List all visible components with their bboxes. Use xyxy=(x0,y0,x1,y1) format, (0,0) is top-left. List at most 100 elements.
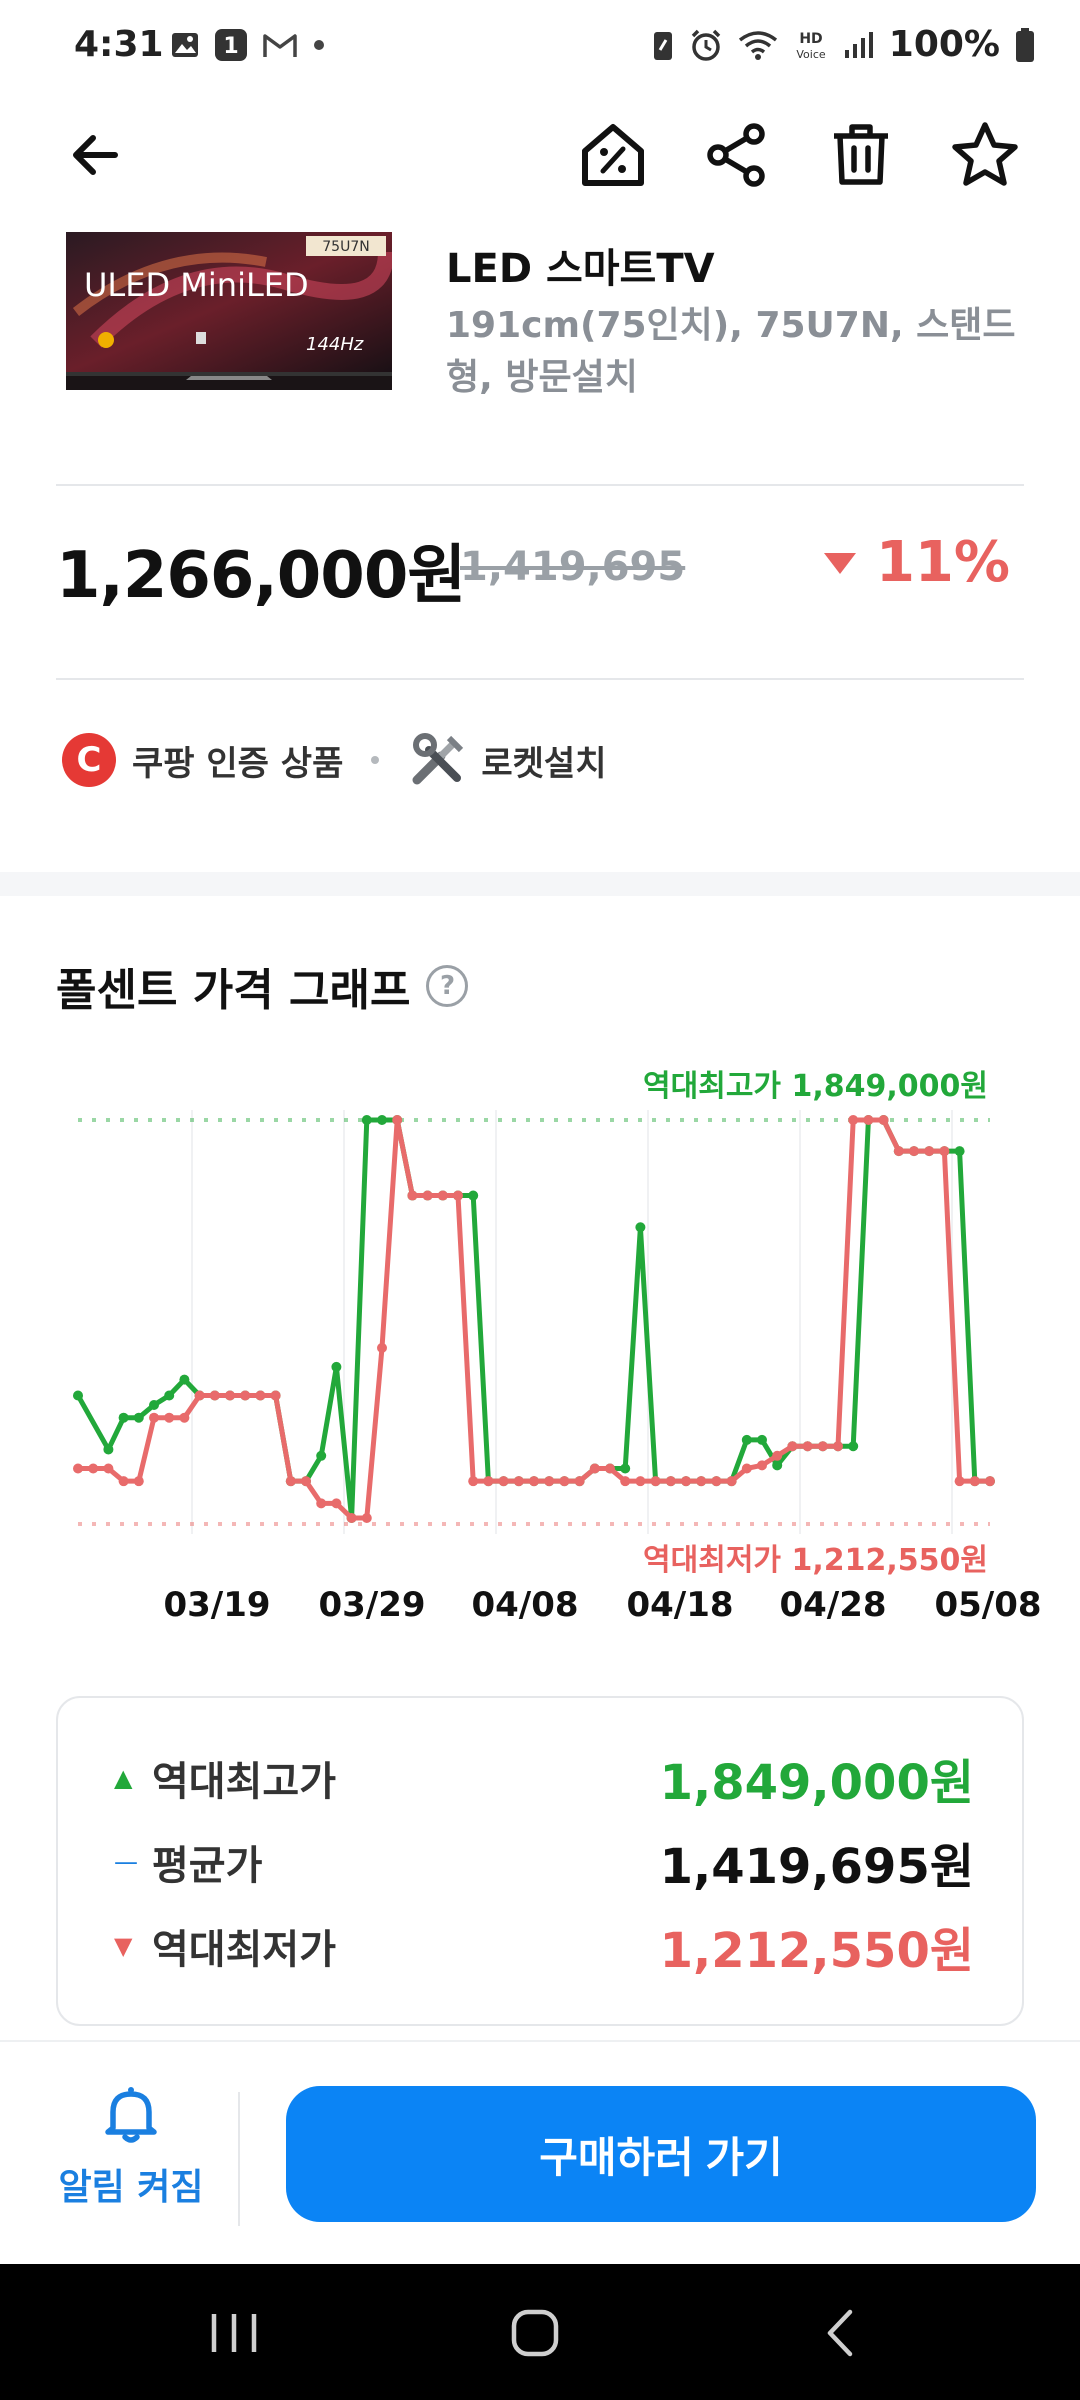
price-point xyxy=(149,1412,159,1423)
product-title: LED 스마트TV xyxy=(446,246,715,292)
stat-min-label: 역대최저가 xyxy=(152,1927,336,1973)
battery-icon xyxy=(1016,27,1034,62)
price-point xyxy=(361,1115,372,1125)
signal-icon xyxy=(844,31,873,58)
product-image[interactable]: 75U7N ULED MiniLED 144Hz xyxy=(66,232,392,390)
current-price: 1,266,000원 xyxy=(56,539,466,613)
alarm-toggle[interactable]: 알림 켜짐 xyxy=(36,2082,226,2252)
home-icon[interactable] xyxy=(510,2308,560,2358)
price-point xyxy=(498,1476,509,1487)
price-point xyxy=(620,1476,631,1487)
price-point xyxy=(772,1460,783,1471)
notification-one-icon: 1 xyxy=(215,29,247,61)
price-point xyxy=(377,1115,387,1125)
triangle-down-icon xyxy=(823,552,856,574)
price-point xyxy=(422,1190,433,1201)
price-point xyxy=(863,1115,874,1125)
alarm-label: 알림 켜짐 xyxy=(58,2167,204,2208)
help-icon[interactable]: ? xyxy=(426,965,469,1007)
favorite-button[interactable] xyxy=(940,110,1030,200)
share-button[interactable] xyxy=(692,110,782,200)
divider xyxy=(56,678,1024,680)
rocket-install-badge: 로켓설치 xyxy=(481,743,607,784)
discount-percent: 11% xyxy=(875,530,1010,595)
price-point xyxy=(194,1390,205,1401)
stat-avg-label: 평균가 xyxy=(152,1843,263,1889)
price-point xyxy=(118,1476,129,1487)
stat-max-row: ▲ 역대최고가 1,849,000원 xyxy=(114,1748,974,1811)
price-point xyxy=(270,1390,281,1401)
triangle-up-icon: ▲ xyxy=(114,1764,133,1792)
price-point xyxy=(757,1460,767,1471)
price-point xyxy=(893,1146,904,1157)
price-point xyxy=(149,1400,159,1411)
status-time: 4:31 xyxy=(74,24,164,65)
min-price-series-line xyxy=(78,1117,990,1521)
divider xyxy=(56,484,1024,486)
recents-icon[interactable] xyxy=(206,2310,262,2356)
price-point xyxy=(787,1441,798,1452)
price-point xyxy=(574,1476,585,1487)
buy-button[interactable]: 구매하러 가기 xyxy=(286,2086,1036,2222)
price-alert-home-button[interactable] xyxy=(568,110,658,200)
price-point xyxy=(817,1441,828,1452)
max-price-annotation: 역대최고가 1,849,000원 xyxy=(643,1069,988,1104)
stat-min-value: 1,212,550원 xyxy=(659,1923,974,1979)
price-point xyxy=(969,1476,980,1487)
min-price-annotation: 역대최저가 1,212,550원 xyxy=(643,1543,988,1578)
price-point xyxy=(437,1190,448,1201)
status-bar: 4:31 1 HD Voice 100% xyxy=(0,0,1080,96)
price-point xyxy=(73,1463,83,1474)
price-point xyxy=(346,1513,357,1524)
price-point xyxy=(179,1412,190,1423)
price-point xyxy=(468,1190,479,1201)
hz-label: 144Hz xyxy=(306,334,364,355)
price-point xyxy=(924,1146,935,1157)
price-point xyxy=(483,1476,494,1487)
price-point xyxy=(316,1498,327,1509)
price-point xyxy=(696,1476,707,1487)
svg-text:Voice: Voice xyxy=(796,48,826,61)
price-point xyxy=(620,1463,631,1474)
battery-percent: 100% xyxy=(888,24,1000,65)
arrow-left-icon xyxy=(73,135,118,175)
brand-label: ULED MiniLED xyxy=(84,266,309,304)
price-point xyxy=(468,1476,479,1487)
back-nav-icon[interactable] xyxy=(820,2308,860,2358)
price-point xyxy=(848,1441,859,1452)
price-point xyxy=(377,1342,387,1353)
price-point xyxy=(392,1115,403,1125)
bell-icon xyxy=(105,2087,157,2143)
price-point xyxy=(88,1463,99,1474)
price-point xyxy=(741,1463,752,1474)
price-point xyxy=(757,1434,767,1445)
price-point xyxy=(285,1476,296,1487)
back-button[interactable] xyxy=(50,110,140,200)
delete-button[interactable] xyxy=(816,110,906,200)
price-point xyxy=(589,1463,600,1474)
product-subtitle: 191cm(75인치), 75U7N, 스탠드형, 방문설치 xyxy=(446,305,1016,398)
wifi-icon xyxy=(738,30,777,60)
price-point xyxy=(650,1476,661,1487)
price-point xyxy=(635,1476,646,1487)
price-point xyxy=(985,1476,995,1487)
hd-voice-icon: HDVoice xyxy=(796,31,826,61)
price-point xyxy=(833,1441,843,1452)
x-tick-label: 03/19 xyxy=(163,1585,270,1625)
price-point xyxy=(209,1390,220,1401)
price-stats-card: ▲ 역대최고가 1,849,000원 — 평균가 1,419,695원 ▼ 역대… xyxy=(56,1696,1024,2026)
price-point xyxy=(453,1190,463,1201)
chart-title: 폴센트 가격 그래프 xyxy=(56,965,411,1016)
price-point xyxy=(103,1444,114,1455)
price-point xyxy=(681,1476,691,1487)
model-label: 75U7N xyxy=(322,239,369,255)
max-price-series-line xyxy=(75,1117,990,1521)
house-percent-icon xyxy=(582,124,644,186)
original-price: 1,419,695 xyxy=(460,544,686,590)
share-icon xyxy=(707,123,765,187)
stat-avg-value: 1,419,695원 xyxy=(659,1839,974,1895)
dash-icon: — xyxy=(114,1848,138,1876)
x-tick-label: 04/08 xyxy=(471,1585,578,1625)
price-point xyxy=(954,1476,965,1487)
alarm-icon xyxy=(691,29,721,61)
